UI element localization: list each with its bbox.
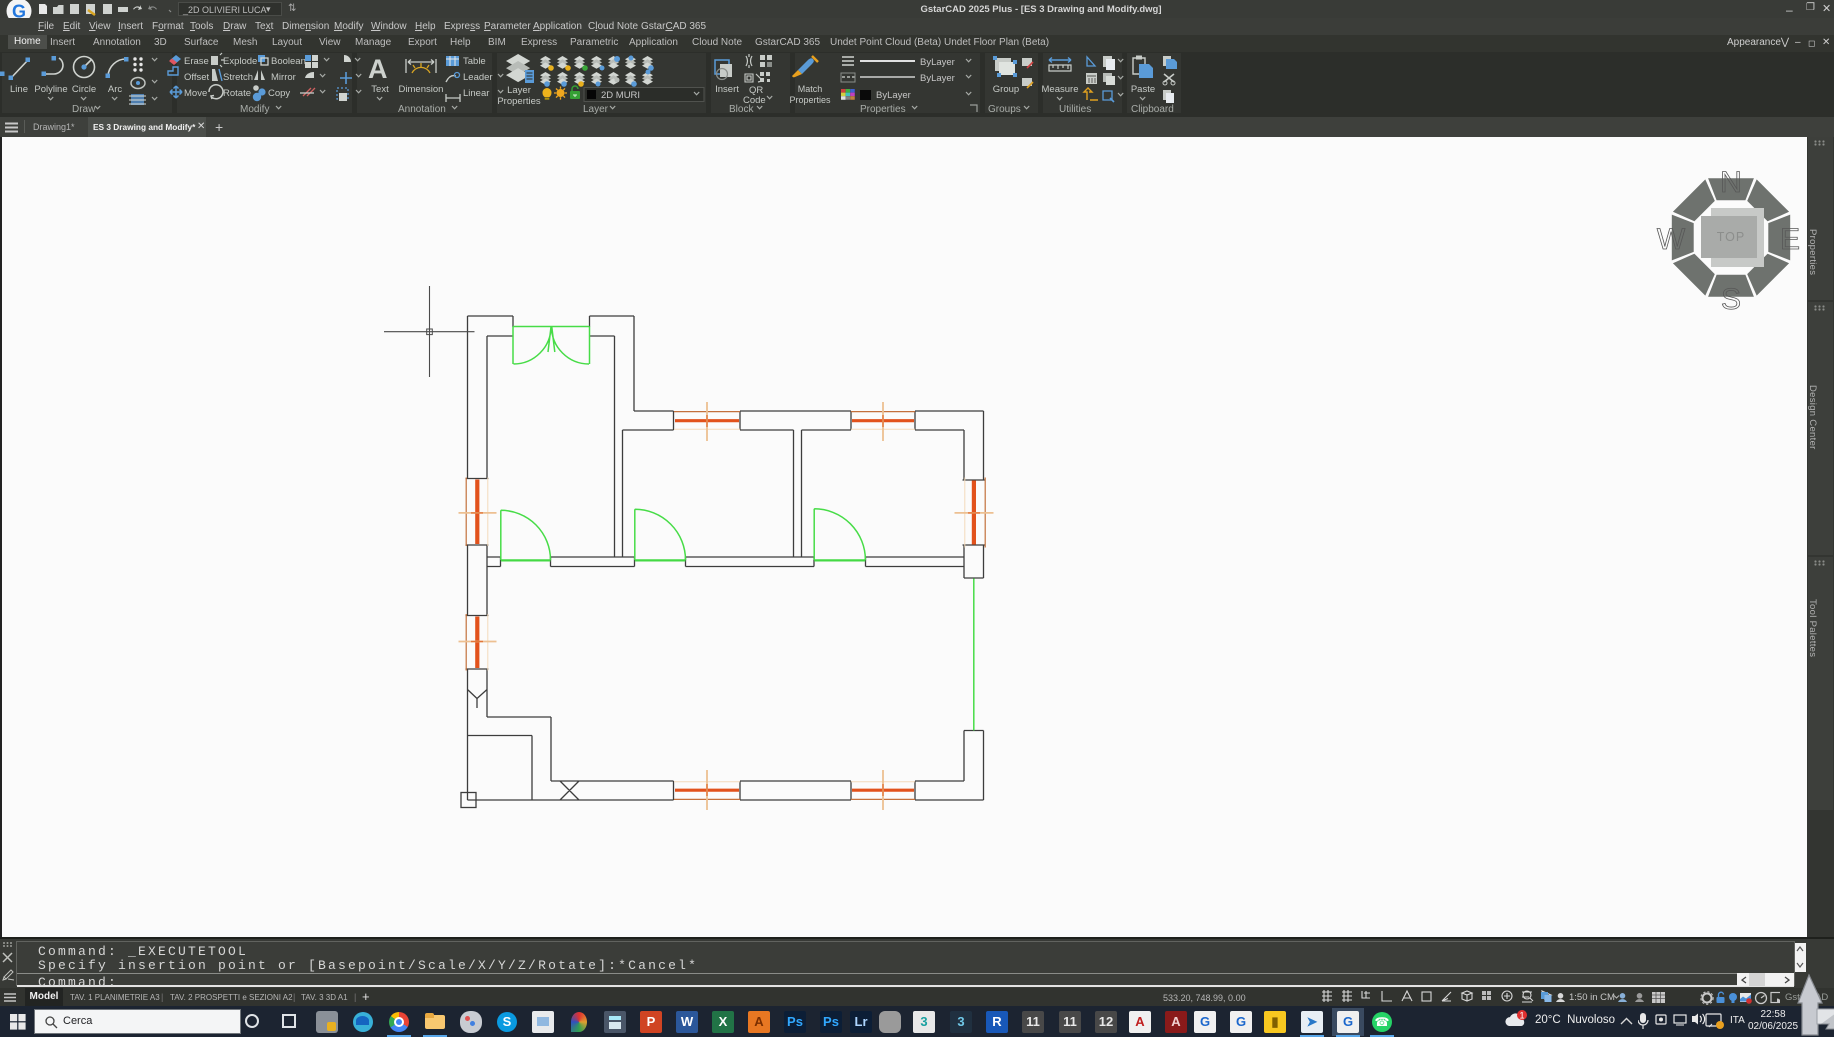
svg-text:Stretch: Stretch xyxy=(223,72,253,83)
svg-text:Boolean: Boolean xyxy=(271,56,306,67)
svg-text:Properties: Properties xyxy=(789,95,831,105)
svg-text:Linear: Linear xyxy=(463,88,489,99)
svg-text:E: E xyxy=(1780,223,1800,256)
svg-text:ByLayer: ByLayer xyxy=(920,57,955,68)
svg-text:Copy: Copy xyxy=(268,88,290,99)
svg-text:1:50 in CM: 1:50 in CM xyxy=(1569,992,1615,1003)
svg-text:Groups: Groups xyxy=(988,104,1021,115)
svg-text:Offset: Offset xyxy=(184,72,210,83)
svg-text:Annotation: Annotation xyxy=(398,104,446,115)
svg-text:ByLayer: ByLayer xyxy=(920,73,955,84)
svg-text:Clipboard: Clipboard xyxy=(1131,104,1174,115)
svg-text:ByLayer: ByLayer xyxy=(876,90,911,101)
svg-text:Match: Match xyxy=(798,84,823,94)
svg-text:2D MURI: 2D MURI xyxy=(601,90,640,101)
svg-text:Table: Table xyxy=(463,56,486,67)
svg-text:Mirror: Mirror xyxy=(271,72,296,83)
svg-text:A: A xyxy=(368,54,388,84)
svg-text:Text: Text xyxy=(371,84,389,95)
svg-text:N: N xyxy=(1720,166,1742,199)
svg-text:Erase: Erase xyxy=(184,56,209,67)
svg-text:G: G xyxy=(12,2,26,19)
svg-text:Layer: Layer xyxy=(507,85,531,96)
svg-text:Properties: Properties xyxy=(497,96,541,107)
svg-text:W: W xyxy=(1657,223,1686,256)
svg-text:Modify: Modify xyxy=(240,104,269,115)
svg-text:1: 1 xyxy=(1519,1011,1524,1021)
svg-text:Polyline: Polyline xyxy=(34,84,67,95)
svg-text:Leader: Leader xyxy=(463,72,493,83)
svg-text:Rotate: Rotate xyxy=(223,88,251,99)
svg-text:S: S xyxy=(1721,283,1741,316)
svg-text:Explode: Explode xyxy=(223,56,257,67)
svg-text:Group: Group xyxy=(993,84,1019,95)
svg-text:TOP: TOP xyxy=(1717,230,1745,244)
svg-text:Utilities: Utilities xyxy=(1059,104,1091,115)
svg-text:Line: Line xyxy=(10,84,28,95)
svg-text:Measure: Measure xyxy=(1042,84,1079,95)
svg-text:Insert: Insert xyxy=(715,84,739,95)
svg-text:Draw: Draw xyxy=(72,104,96,115)
svg-text:Circle: Circle xyxy=(72,84,96,95)
svg-text:Paste: Paste xyxy=(1131,84,1155,95)
svg-text:Dimension: Dimension xyxy=(399,84,444,95)
svg-text:Move: Move xyxy=(184,88,207,99)
svg-text:Block: Block xyxy=(729,104,754,115)
svg-text:Properties: Properties xyxy=(860,104,906,115)
svg-text:Arc: Arc xyxy=(108,84,123,95)
svg-text:Layer: Layer xyxy=(583,104,609,115)
